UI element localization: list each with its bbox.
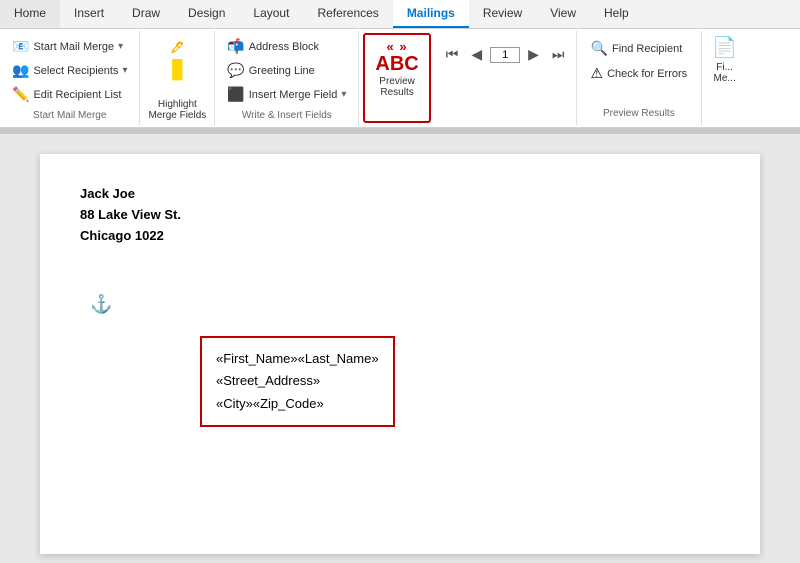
next-record-button[interactable]: ▶ [523, 43, 544, 66]
dropdown-arrow-icon: ▾ [118, 41, 123, 52]
write-insert-col: 📬 Address Block 💬 Greeting Line ⬛ Insert… [221, 35, 352, 106]
find-check-group: 🔍 Find Recipient ⚠ Check for Errors Prev… [577, 31, 703, 125]
edit-recipient-list-button[interactable]: ✏️ Edit Recipient List [6, 83, 133, 106]
record-number-input[interactable] [490, 47, 520, 63]
tab-mailings[interactable]: Mailings [393, 0, 469, 28]
greeting-line-label: Greeting Line [249, 65, 315, 77]
edit-list-icon: ✏️ [12, 86, 29, 103]
preview-results-group-label: Preview Results [585, 104, 694, 119]
find-recipient-label: Find Recipient [612, 43, 682, 55]
start-mail-merge-button[interactable]: 📧 Start Mail Merge ▾ [6, 35, 133, 58]
preview-results-label: PreviewResults [379, 76, 415, 98]
doc-wrapper: Jack Joe 88 Lake View St. Chicago 1022 ⚓… [80, 184, 720, 427]
write-insert-fields-group: 📬 Address Block 💬 Greeting Line ⬛ Insert… [215, 31, 359, 125]
tab-review[interactable]: Review [469, 0, 536, 28]
insert-merge-dropdown-icon: ▾ [341, 89, 346, 100]
ribbon-tab-bar: Home Insert Draw Design Layout Reference… [0, 0, 800, 29]
merge-line3: «City»«Zip_Code» [216, 393, 379, 415]
tab-layout[interactable]: Layout [239, 0, 303, 28]
ribbon-content: 📧 Start Mail Merge ▾ 👥 Select Recipients… [0, 29, 800, 127]
finalize-label: Fi...Me... [714, 62, 736, 84]
select-recipients-button[interactable]: 👥 Select Recipients ▾ [6, 59, 133, 82]
merge-line2: «Street_Address» [216, 370, 379, 392]
tab-help[interactable]: Help [590, 0, 643, 28]
address-block-button[interactable]: 📬 Address Block [221, 35, 352, 58]
highlight-icon-large: ▮ [170, 54, 185, 82]
tab-design[interactable]: Design [174, 0, 239, 28]
start-mail-merge-group-label: Start Mail Merge [33, 106, 106, 121]
insert-merge-field-button[interactable]: ⬛ Insert Merge Field ▾ [221, 83, 352, 106]
tab-view[interactable]: View [536, 0, 590, 28]
mail-merge-icon: 📧 [12, 38, 29, 55]
edit-recipient-list-label: Edit Recipient List [33, 89, 121, 101]
finalize-icon: 📄 [712, 35, 737, 60]
tab-references[interactable]: References [303, 0, 392, 28]
start-mail-merge-col: 📧 Start Mail Merge ▾ 👥 Select Recipients… [6, 35, 133, 106]
navigation-group: ⏮ ◀ ▶ ⏭ [435, 31, 577, 125]
address-name: Jack Joe [80, 184, 720, 205]
merge-line1: «First_Name»«Last_Name» [216, 348, 379, 370]
prev-record-button[interactable]: ◀ [466, 43, 487, 66]
check-for-errors-label: Check for Errors [607, 68, 687, 80]
tab-insert[interactable]: Insert [60, 0, 118, 28]
preview-abc-label: ABC [375, 54, 418, 74]
start-mail-merge-items: 📧 Start Mail Merge ▾ 👥 Select Recipients… [6, 35, 133, 106]
last-record-button[interactable]: ⏭ [547, 43, 570, 66]
check-errors-icon: ⚠ [591, 65, 604, 82]
greeting-line-icon: 💬 [227, 62, 244, 79]
merge-field-box: «First_Name»«Last_Name» «Street_Address»… [200, 336, 395, 426]
ribbon: Home Insert Draw Design Layout Reference… [0, 0, 800, 128]
address-block-content: Jack Joe 88 Lake View St. Chicago 1022 [80, 184, 720, 246]
navigation-group-label [441, 117, 570, 121]
tab-home[interactable]: Home [0, 0, 60, 28]
document-area: Jack Joe 88 Lake View St. Chicago 1022 ⚓… [0, 134, 800, 563]
write-insert-items: 📬 Address Block 💬 Greeting Line ⬛ Insert… [221, 35, 352, 106]
recipients-icon: 👥 [12, 62, 29, 79]
find-recipient-button[interactable]: 🔍 Find Recipient [585, 37, 694, 60]
navigation-controls: ⏮ ◀ ▶ ⏭ [441, 43, 570, 66]
highlight-merge-label: HighlightMerge Fields [148, 99, 206, 121]
address-block-label: Address Block [249, 41, 319, 53]
preview-results-group[interactable]: « » ABC PreviewResults [363, 33, 430, 123]
greeting-line-button[interactable]: 💬 Greeting Line [221, 59, 352, 82]
recipients-dropdown-icon: ▾ [122, 65, 127, 76]
start-mail-merge-group: 📧 Start Mail Merge ▾ 👥 Select Recipients… [0, 31, 140, 125]
start-mail-merge-label: Start Mail Merge [33, 41, 114, 53]
preview-arrows-top: « » [387, 39, 408, 54]
address-block-icon: 📬 [227, 38, 244, 55]
address-city: Chicago 1022 [80, 226, 720, 247]
insert-merge-icon: ⬛ [227, 86, 244, 103]
check-for-errors-button[interactable]: ⚠ Check for Errors [585, 62, 694, 85]
first-record-button[interactable]: ⏮ [441, 43, 464, 66]
highlight-merge-fields-group[interactable]: 🖊 ▮ HighlightMerge Fields [140, 31, 215, 125]
address-street: 88 Lake View St. [80, 205, 720, 226]
write-insert-group-label: Write & Insert Fields [242, 106, 332, 121]
finalize-group: 📄 Fi...Me... [702, 31, 747, 125]
insert-merge-field-label: Insert Merge Field [249, 89, 338, 101]
tab-draw[interactable]: Draw [118, 0, 174, 28]
anchor-icon: ⚓ [90, 294, 112, 315]
find-recipient-icon: 🔍 [591, 40, 608, 57]
document-page: Jack Joe 88 Lake View St. Chicago 1022 ⚓… [40, 154, 760, 554]
select-recipients-label: Select Recipients [33, 65, 118, 77]
